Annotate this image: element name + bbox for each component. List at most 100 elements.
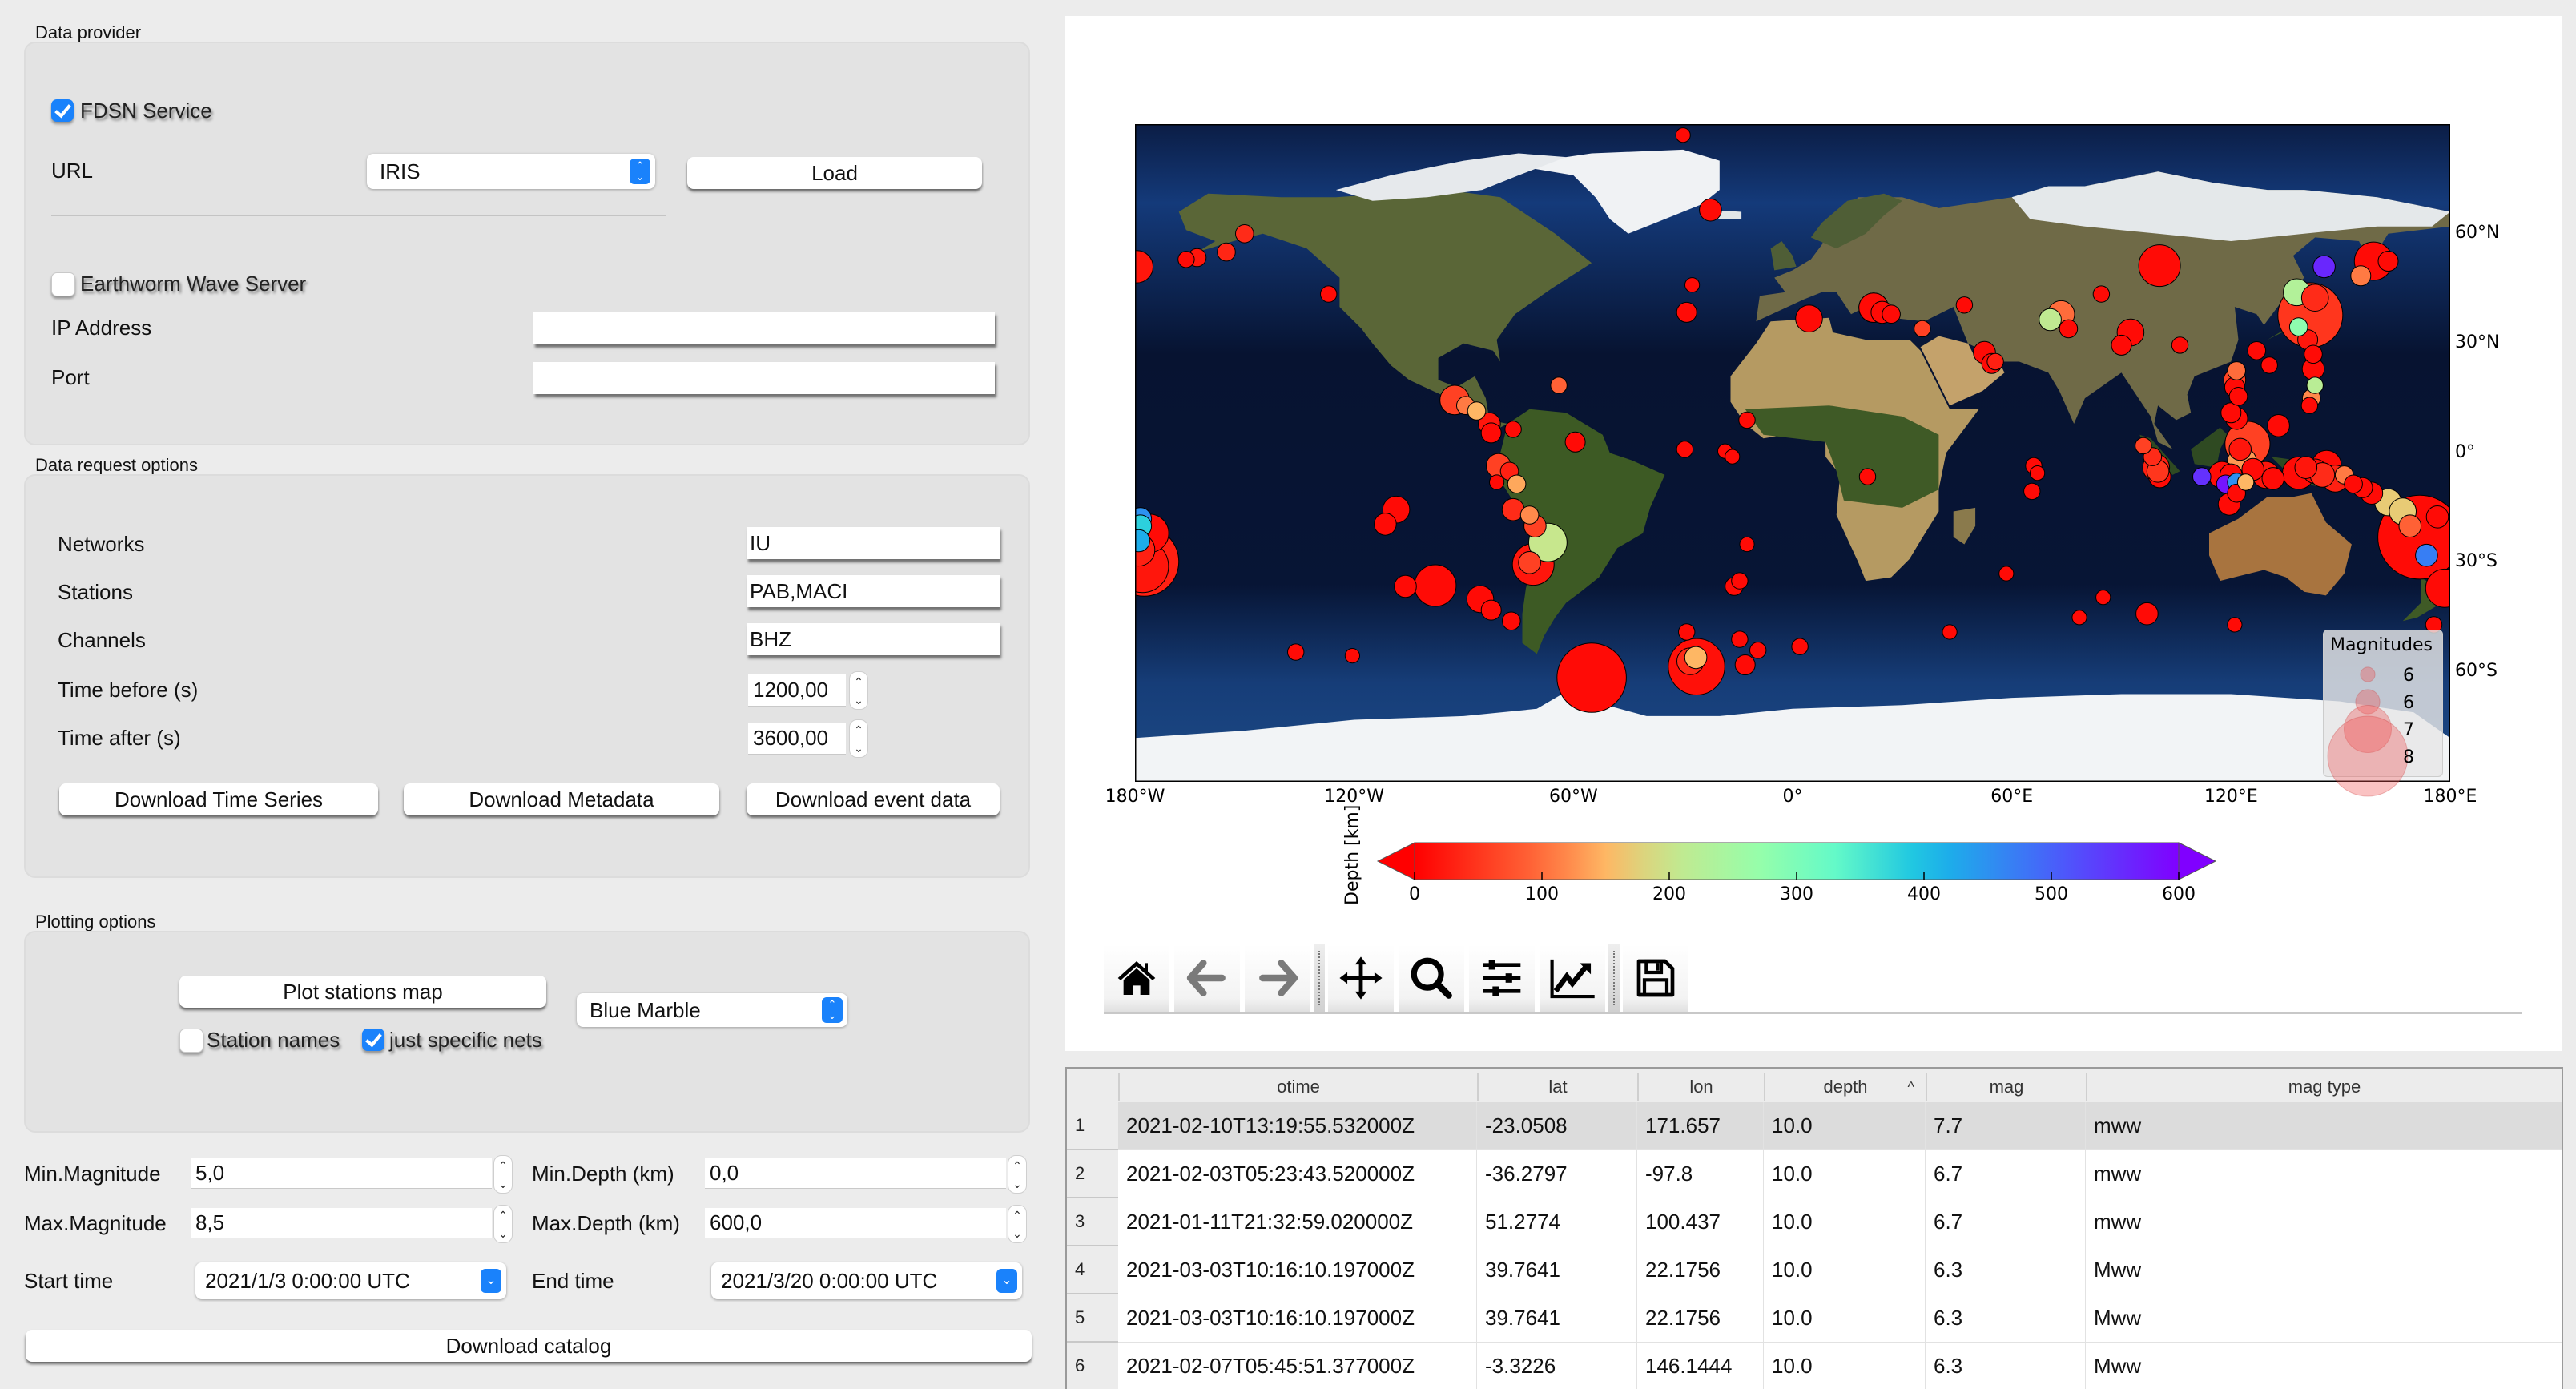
- chevron-up-icon[interactable]: ⌃: [494, 1160, 512, 1171]
- table-cell-mag[interactable]: 6.7: [1926, 1150, 2086, 1198]
- table-cell-otime[interactable]: 2021-02-10T13:19:55.532000Z: [1118, 1102, 1477, 1150]
- chevron-down-icon[interactable]: ⌄: [996, 1269, 1017, 1293]
- ip-address-input[interactable]: [533, 312, 995, 344]
- table-cell-depth[interactable]: 10.0: [1764, 1246, 1926, 1294]
- column-header-lat[interactable]: lat: [1477, 1073, 1637, 1101]
- column-header-mag[interactable]: mag: [1926, 1073, 2086, 1101]
- download-time-series-button[interactable]: Download Time Series: [59, 783, 378, 815]
- chevron-up-icon[interactable]: ⌃: [1008, 1160, 1026, 1171]
- row-header[interactable]: 1: [1067, 1102, 1118, 1150]
- specific-nets-checkbox[interactable]: [362, 1029, 384, 1051]
- max-depth-stepper[interactable]: ⌃ ⌄: [1008, 1205, 1027, 1243]
- table-cell-lon[interactable]: 100.437: [1637, 1198, 1764, 1246]
- download-event-data-button[interactable]: Download event data: [747, 783, 1000, 815]
- edit-axis-button[interactable]: [1540, 944, 1605, 1012]
- zoom-button[interactable]: [1399, 944, 1464, 1012]
- table-cell-magtype[interactable]: mww: [2086, 1150, 2562, 1198]
- earthquake-map[interactable]: [1135, 124, 2450, 782]
- channels-input[interactable]: BHZ: [747, 623, 1000, 655]
- table-cell-lat[interactable]: 39.7641: [1477, 1246, 1637, 1294]
- earthworm-checkbox[interactable]: [51, 272, 75, 296]
- column-header-lon[interactable]: lon: [1637, 1073, 1764, 1101]
- start-time-picker[interactable]: 2021/1/3 0:00:00 UTC ⌄: [195, 1262, 506, 1299]
- table-cell-lat[interactable]: 39.7641: [1477, 1294, 1637, 1343]
- column-header-otime[interactable]: otime: [1118, 1073, 1477, 1101]
- chevron-down-icon[interactable]: ⌄: [494, 1228, 512, 1239]
- back-button[interactable]: [1174, 944, 1240, 1012]
- chevron-down-icon[interactable]: ⌄: [1008, 1178, 1026, 1190]
- table-cell-lat[interactable]: 51.2774: [1477, 1198, 1637, 1246]
- table-cell-mag[interactable]: 6.3: [1926, 1294, 2086, 1343]
- table-cell-mag[interactable]: 6.7: [1926, 1198, 2086, 1246]
- port-input[interactable]: [533, 362, 995, 394]
- table-cell-lat[interactable]: -3.3226: [1477, 1343, 1637, 1389]
- load-button[interactable]: Load: [687, 157, 982, 189]
- table-cell-depth[interactable]: 10.0: [1764, 1102, 1926, 1150]
- table-cell-magtype[interactable]: mww: [2086, 1102, 2562, 1150]
- column-header-depth[interactable]: depth ^: [1764, 1073, 1926, 1101]
- save-button[interactable]: [1623, 944, 1688, 1012]
- basemap-combobox[interactable]: Blue Marble ⌃ ⌄: [577, 993, 847, 1027]
- table-cell-depth[interactable]: 10.0: [1764, 1343, 1926, 1389]
- download-catalog-button[interactable]: Download catalog: [26, 1330, 1032, 1362]
- row-header[interactable]: 3: [1067, 1198, 1118, 1246]
- time-after-stepper[interactable]: ⌃ ⌄: [849, 719, 868, 758]
- row-header[interactable]: 6: [1067, 1343, 1118, 1389]
- table-cell-otime[interactable]: 2021-02-07T05:45:51.377000Z: [1118, 1343, 1477, 1389]
- time-before-stepper[interactable]: ⌃ ⌄: [849, 671, 868, 710]
- chevron-down-icon[interactable]: ⌄: [850, 743, 867, 754]
- table-cell-depth[interactable]: 10.0: [1764, 1150, 1926, 1198]
- chevron-up-icon[interactable]: ⌃: [1008, 1210, 1026, 1221]
- table-cell-lat[interactable]: -23.0508: [1477, 1102, 1637, 1150]
- stations-input[interactable]: PAB,MACI: [747, 575, 1000, 607]
- url-combobox[interactable]: IRIS ⌃ ⌄: [367, 154, 655, 189]
- chevron-down-icon[interactable]: ⌄: [481, 1269, 501, 1293]
- max-magnitude-stepper[interactable]: ⌃ ⌄: [493, 1205, 513, 1243]
- plot-stations-map-button[interactable]: Plot stations map: [179, 976, 546, 1008]
- events-table[interactable]: otime lat lon depth ^ mag mag type 1 2021…: [1065, 1067, 2563, 1389]
- row-header[interactable]: 5: [1067, 1294, 1118, 1343]
- table-cell-mag[interactable]: 7.7: [1926, 1102, 2086, 1150]
- min-magnitude-spinbox[interactable]: 5,0: [191, 1158, 492, 1189]
- download-metadata-button[interactable]: Download Metadata: [404, 783, 719, 815]
- row-header[interactable]: 4: [1067, 1246, 1118, 1294]
- table-cell-lon[interactable]: 22.1756: [1637, 1294, 1764, 1343]
- end-time-picker[interactable]: 2021/3/20 0:00:00 UTC ⌄: [711, 1262, 1022, 1299]
- table-cell-otime[interactable]: 2021-03-03T10:16:10.197000Z: [1118, 1246, 1477, 1294]
- table-cell-depth[interactable]: 10.0: [1764, 1294, 1926, 1343]
- table-cell-otime[interactable]: 2021-01-11T21:32:59.020000Z: [1118, 1198, 1477, 1246]
- home-button[interactable]: [1104, 944, 1169, 1012]
- time-after-spinbox[interactable]: 3600,00: [748, 723, 846, 755]
- table-cell-otime[interactable]: 2021-02-03T05:23:43.520000Z: [1118, 1150, 1477, 1198]
- table-cell-depth[interactable]: 10.0: [1764, 1198, 1926, 1246]
- chevron-up-icon[interactable]: ⌃: [850, 724, 867, 735]
- max-magnitude-spinbox[interactable]: 8,5: [191, 1208, 492, 1238]
- networks-input[interactable]: IU: [747, 527, 1000, 559]
- table-cell-lat[interactable]: -36.2797: [1477, 1150, 1637, 1198]
- chevron-down-icon[interactable]: ⌄: [494, 1178, 512, 1190]
- time-before-spinbox[interactable]: 1200,00: [748, 674, 846, 707]
- chevron-up-icon[interactable]: ⌃: [494, 1210, 512, 1221]
- column-header-mag-type[interactable]: mag type: [2086, 1073, 2562, 1101]
- forward-button[interactable]: [1245, 944, 1310, 1012]
- table-cell-magtype[interactable]: Mww: [2086, 1246, 2562, 1294]
- table-cell-mag[interactable]: 6.3: [1926, 1246, 2086, 1294]
- chevron-down-icon[interactable]: ⌄: [1008, 1228, 1026, 1239]
- fdsn-service-checkbox[interactable]: [51, 99, 74, 122]
- chevron-down-icon[interactable]: ⌄: [850, 694, 867, 706]
- table-cell-lon[interactable]: 146.1444: [1637, 1343, 1764, 1389]
- table-cell-lon[interactable]: 22.1756: [1637, 1246, 1764, 1294]
- chevron-up-icon[interactable]: ⌃: [850, 676, 867, 687]
- row-header[interactable]: 2: [1067, 1150, 1118, 1198]
- table-cell-lon[interactable]: 171.657: [1637, 1102, 1764, 1150]
- min-depth-spinbox[interactable]: 0,0: [705, 1158, 1006, 1189]
- station-names-checkbox[interactable]: [179, 1029, 203, 1053]
- min-magnitude-stepper[interactable]: ⌃ ⌄: [493, 1155, 513, 1194]
- configure-subplots-button[interactable]: [1469, 944, 1535, 1012]
- table-cell-lon[interactable]: -97.8: [1637, 1150, 1764, 1198]
- max-depth-spinbox[interactable]: 600,0: [705, 1208, 1006, 1238]
- min-depth-stepper[interactable]: ⌃ ⌄: [1008, 1155, 1027, 1194]
- table-cell-mag[interactable]: 6.3: [1926, 1343, 2086, 1389]
- table-cell-magtype[interactable]: Mww: [2086, 1343, 2562, 1389]
- table-cell-magtype[interactable]: mww: [2086, 1198, 2562, 1246]
